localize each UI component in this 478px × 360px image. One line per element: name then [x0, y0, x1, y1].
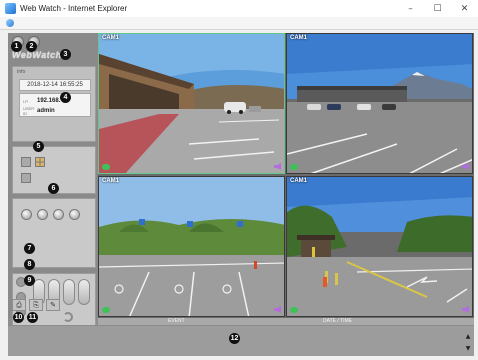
camera-tile-1[interactable]: CAM1	[98, 33, 285, 174]
datetime-column-header: DATE / TIME	[323, 318, 352, 324]
ptz-button-3[interactable]	[53, 209, 64, 220]
camera-grid: CAM1 CAM1 CAM1 CAM1	[98, 33, 474, 318]
single-view-button[interactable]	[21, 157, 31, 167]
close-button[interactable]: ✕	[451, 0, 478, 17]
camera-status-icon	[290, 164, 298, 170]
callout-6: 6	[48, 183, 59, 194]
event-column-header: EVENT	[168, 318, 185, 324]
record-icon[interactable]: ⎙	[12, 299, 26, 311]
callout-1: 1	[11, 41, 22, 52]
ip-key: I.P.	[23, 98, 29, 104]
callout-7: 7	[24, 243, 35, 254]
camera-label: CAM1	[102, 35, 120, 41]
camera-image-4	[287, 177, 472, 316]
bottom-toolbar: ⎙ ⎘ ✎	[12, 299, 60, 311]
window-title: Web Watch - Internet Explorer	[20, 4, 128, 13]
camera-status-icon	[290, 307, 298, 313]
callout-11: 11	[27, 312, 38, 323]
focus-far-button[interactable]	[78, 279, 90, 305]
ip-value: 192.168.	[37, 98, 61, 104]
brand-logo: WebWatch	[12, 50, 62, 60]
callout-2: 2	[26, 41, 37, 52]
camera-tile-3[interactable]: CAM1	[98, 176, 285, 317]
callout-12: 12	[229, 333, 240, 344]
callout-5: 5	[33, 141, 44, 152]
webwatch-app: WebWatch Info 2018-12-14 16:55:25 I.P. 1…	[8, 33, 474, 356]
info-panel: Info 2018-12-14 16:55:25 I.P. 192.168. U…	[12, 66, 96, 142]
maximize-button[interactable]: ☐	[424, 0, 451, 17]
settings-icon[interactable]: ✎	[46, 299, 60, 311]
ptz-button-4[interactable]	[69, 209, 80, 220]
callout-9: 9	[24, 275, 35, 286]
callout-3: 3	[60, 49, 71, 60]
callout-4: 4	[60, 92, 71, 103]
camera-status-icon	[102, 307, 110, 313]
title-bar: Web Watch - Internet Explorer – ☐ ✕	[0, 0, 478, 17]
datetime-display: 2018-12-14 16:55:25	[19, 79, 91, 91]
callout-10: 10	[13, 312, 24, 323]
browser-window: Web Watch - Internet Explorer – ☐ ✕ WebW…	[0, 0, 478, 360]
camera-image-1	[99, 34, 284, 173]
ptz-panel	[12, 198, 96, 268]
snapshot-icon[interactable]: ⎘	[29, 299, 43, 311]
event-list: ▲ ▼	[8, 325, 474, 356]
scroll-down-icon[interactable]: ▼	[464, 344, 472, 352]
control-panel: WebWatch Info 2018-12-14 16:55:25 I.P. 1…	[8, 33, 98, 327]
camera-status-icon	[102, 164, 110, 170]
ptz-button-1[interactable]	[21, 209, 32, 220]
camera-tile-4[interactable]: CAM1	[286, 176, 473, 317]
camera-label: CAM1	[102, 178, 120, 184]
scroll-up-icon[interactable]: ▲	[464, 332, 472, 340]
camera-image-2	[287, 34, 472, 173]
focus-near-button[interactable]	[63, 279, 75, 305]
auto-focus-icon[interactable]	[63, 312, 73, 322]
window-controls: – ☐ ✕	[397, 0, 478, 17]
camera-label: CAM1	[290, 35, 308, 41]
page-icon	[6, 19, 14, 27]
internet-explorer-icon	[5, 3, 16, 14]
connection-info: I.P. 192.168. USER ID admin	[19, 93, 91, 117]
minimize-button[interactable]: –	[397, 0, 424, 17]
camera-label: CAM1	[290, 178, 308, 184]
user-key: USER ID	[23, 106, 35, 116]
camera-tile-2[interactable]: CAM1	[286, 33, 473, 174]
nine-view-button[interactable]	[21, 173, 31, 183]
quad-view-button[interactable]	[35, 157, 45, 167]
user-value: admin	[37, 108, 55, 114]
ptz-button-2[interactable]	[37, 209, 48, 220]
info-panel-label: Info	[17, 69, 26, 75]
callout-8: 8	[24, 259, 35, 270]
address-bar	[0, 17, 478, 30]
event-list-header: EVENT DATE / TIME	[98, 318, 474, 325]
camera-image-3	[99, 177, 284, 316]
